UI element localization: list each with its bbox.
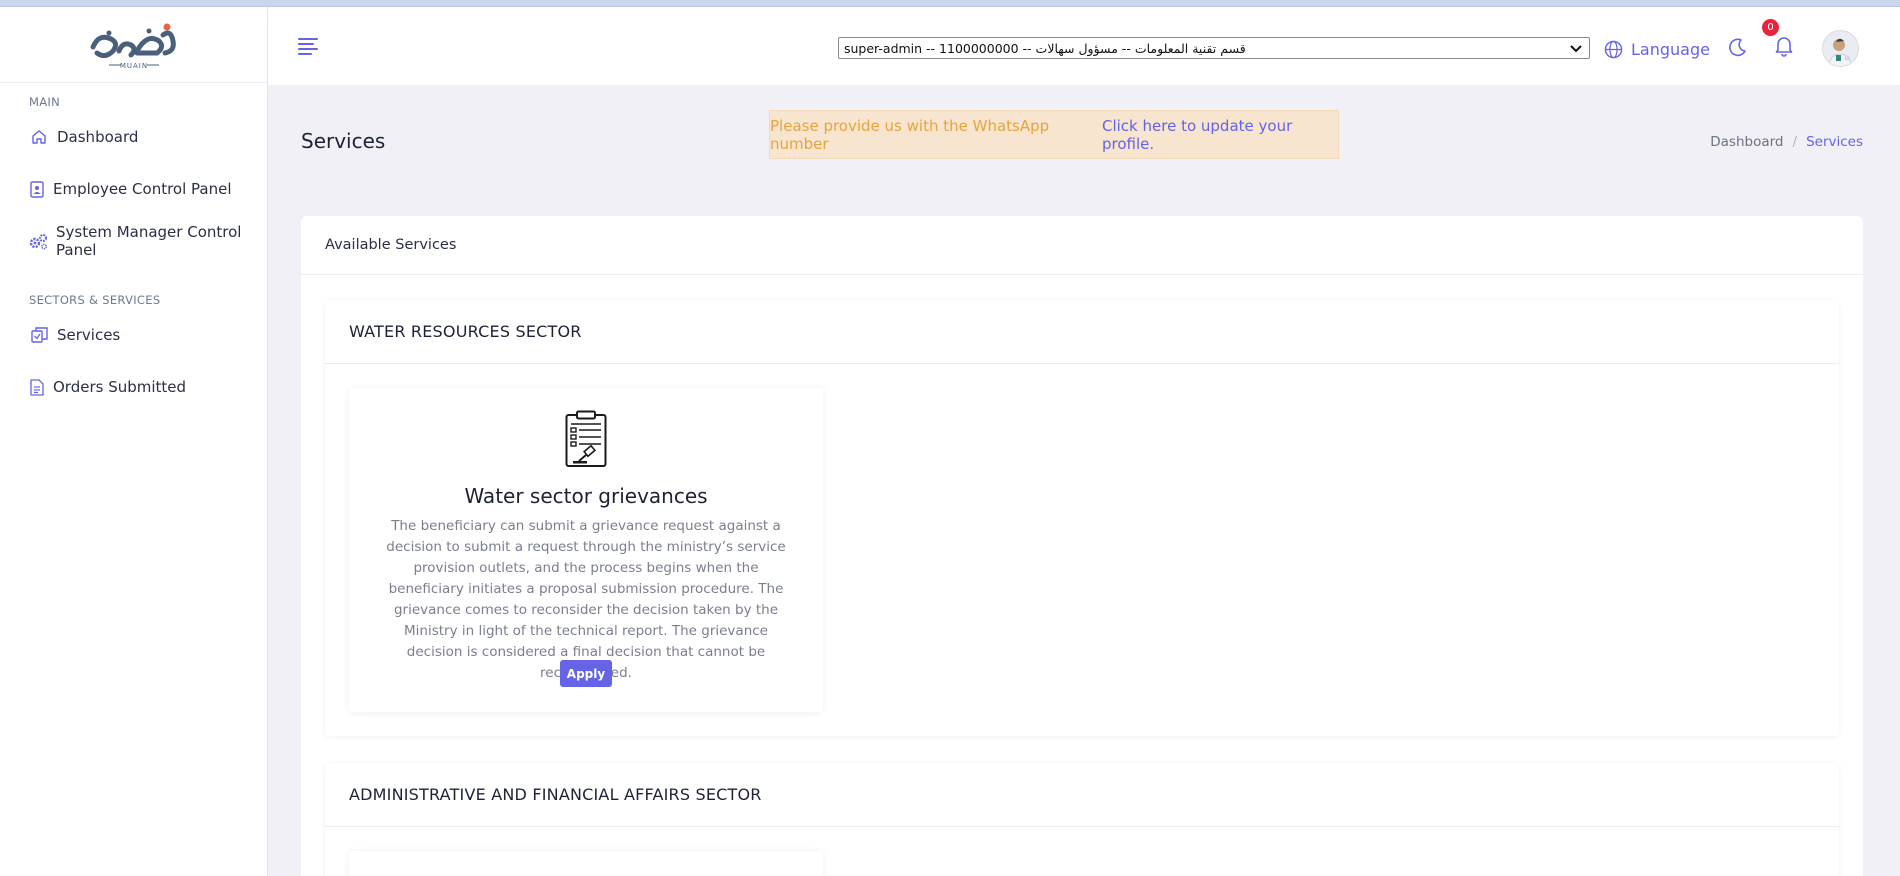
bell-icon [1775, 37, 1793, 57]
badge-icon [29, 179, 45, 199]
dark-mode-toggle[interactable] [1728, 37, 1748, 61]
apply-button[interactable]: Apply [560, 660, 612, 687]
breadcrumb-separator: / [1792, 134, 1798, 150]
sidebar-item-orders-submitted[interactable]: Orders Submitted [0, 361, 267, 413]
sidebar-item-employee-control-panel[interactable]: Employee Control Panel [0, 163, 267, 215]
sidebar-item-label: Orders Submitted [53, 378, 187, 396]
sector-administrative-financial: ADMINISTRATIVE AND FINANCIAL AFFAIRS SEC… [325, 763, 1839, 876]
role-select[interactable]: super-admin -- 1100000000 -- قسم تقنية ا… [838, 37, 1590, 59]
avatar[interactable] [1822, 30, 1859, 67]
sector-title: WATER RESOURCES SECTOR [325, 300, 1839, 364]
notifications-button[interactable] [1774, 35, 1794, 61]
home-icon [29, 127, 49, 147]
language-button[interactable]: Language [1604, 37, 1710, 61]
top-header: super-admin -- 1100000000 -- قسم تقنية ا… [268, 7, 1900, 85]
sidebar-item-label: Dashboard [57, 128, 139, 146]
page-title: Services [301, 129, 386, 153]
logo[interactable]: MUAIN [0, 7, 267, 83]
service-title: Water sector grievances [464, 484, 708, 508]
role-select-value: super-admin -- 1100000000 -- قسم تقنية ا… [844, 40, 1246, 56]
service-card-water-grievances: Water sector grievances The beneficiary … [349, 388, 823, 712]
breadcrumb: Dashboard / Services [1710, 134, 1863, 150]
update-profile-link[interactable]: Click here to update your profile. [1102, 117, 1338, 153]
gears-icon [29, 231, 48, 251]
sidebar: MUAIN MAIN Dashboard Employee Control Pa… [0, 7, 268, 876]
sidebar-item-label: Services [57, 326, 121, 344]
document-icon [29, 377, 45, 397]
alert-text: Please provide us with the WhatsApp numb… [770, 116, 1050, 153]
breadcrumb-dashboard[interactable]: Dashboard [1710, 134, 1783, 150]
moon-icon [1729, 38, 1746, 57]
user-avatar-icon [1827, 38, 1853, 66]
breadcrumb-current: Services [1806, 134, 1863, 150]
sidebar-item-dashboard[interactable]: Dashboard [0, 111, 267, 163]
logo-mark: MUAIN [90, 23, 176, 70]
grievance-clipboard-icon [565, 410, 607, 467]
service-description: The beneficiary can submit a grievance r… [386, 518, 786, 681]
sector-water-resources: WATER RESOURCES SECTOR Water sector grie… [325, 300, 1839, 736]
sidebar-item-system-manager-control-panel[interactable]: System Manager Control Panel [0, 215, 267, 267]
sidebar-item-services[interactable]: Services [0, 309, 267, 361]
chevron-down-icon [1570, 45, 1582, 53]
globe-icon [1604, 40, 1623, 58]
menu-toggle-icon[interactable] [298, 38, 318, 55]
sidebar-section-main: MAIN [29, 95, 60, 109]
copy-icon [29, 325, 49, 345]
card-title: Available Services [301, 216, 1863, 275]
notification-count-badge: 0 [1762, 19, 1779, 36]
whatsapp-alert: Please provide us with the WhatsApp numb… [769, 110, 1339, 159]
service-card [349, 851, 823, 876]
sector-title: ADMINISTRATIVE AND FINANCIAL AFFAIRS SEC… [325, 763, 1839, 827]
sidebar-section-sectors-services: SECTORS & SERVICES [29, 293, 161, 307]
language-label: Language [1631, 39, 1710, 59]
sidebar-item-label: Employee Control Panel [53, 180, 232, 198]
sidebar-item-label: System Manager Control Panel [56, 223, 242, 259]
logo-subtext: MUAIN [119, 62, 147, 70]
browser-top-strip [0, 0, 1900, 7]
available-services-card: Available Services WATER RESOURCES SECTO… [301, 216, 1863, 876]
